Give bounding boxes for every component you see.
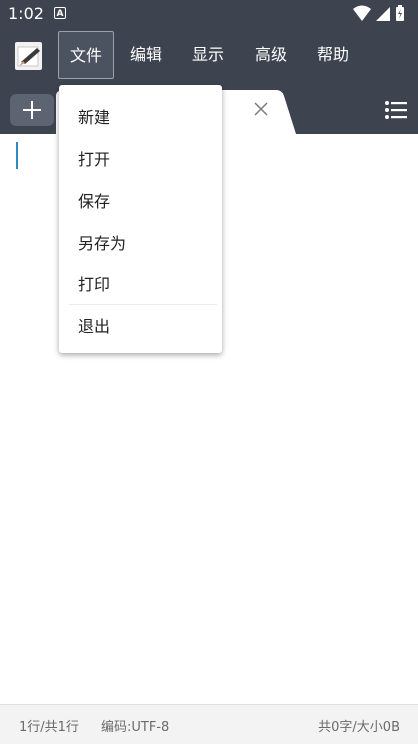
signal-icon xyxy=(376,7,390,21)
line-info: 1行/共1行 xyxy=(19,720,79,735)
menu-item-open[interactable]: 打开 xyxy=(59,139,222,181)
wifi-icon xyxy=(353,5,371,21)
status-bar: 1:02 A xyxy=(0,0,418,28)
system-icons xyxy=(352,4,412,28)
menu-view[interactable]: 显示 xyxy=(182,31,234,79)
menu-file[interactable]: 文件 xyxy=(58,31,114,79)
menu-item-save[interactable]: 保存 xyxy=(59,181,222,223)
close-icon xyxy=(254,102,268,116)
size-info: 共0字/大小0B xyxy=(318,720,400,735)
app-logo-icon xyxy=(15,42,42,70)
menu-help[interactable]: 帮助 xyxy=(307,31,359,79)
editor-status-bar: 1行/共1行 编码:UTF-8 共0字/大小0B xyxy=(0,704,418,744)
notification-icon: A xyxy=(54,7,66,19)
plus-icon xyxy=(23,101,41,119)
encoding-info: 编码:UTF-8 xyxy=(101,720,170,735)
menu-edit[interactable]: 编辑 xyxy=(120,31,172,79)
close-tab-button[interactable] xyxy=(252,100,270,118)
menu-divider xyxy=(69,304,217,305)
list-icon xyxy=(385,101,407,119)
menu-item-exit[interactable]: 退出 xyxy=(59,306,222,348)
app-bar: 文件 编辑 显示 高级 帮助 xyxy=(0,28,418,86)
text-cursor xyxy=(16,142,18,169)
file-menu-dropdown: 新建 打开 保存 另存为 打印 退出 xyxy=(59,85,222,353)
menu-item-print[interactable]: 打印 xyxy=(59,264,222,306)
battery-icon xyxy=(396,5,404,21)
menu-advanced[interactable]: 高级 xyxy=(245,31,297,79)
menu-item-new[interactable]: 新建 xyxy=(59,97,222,139)
menu-item-save-as[interactable]: 另存为 xyxy=(59,223,222,265)
add-tab-button[interactable] xyxy=(10,94,54,126)
status-time: 1:02 xyxy=(8,4,44,23)
tab-list-button[interactable] xyxy=(384,98,408,122)
